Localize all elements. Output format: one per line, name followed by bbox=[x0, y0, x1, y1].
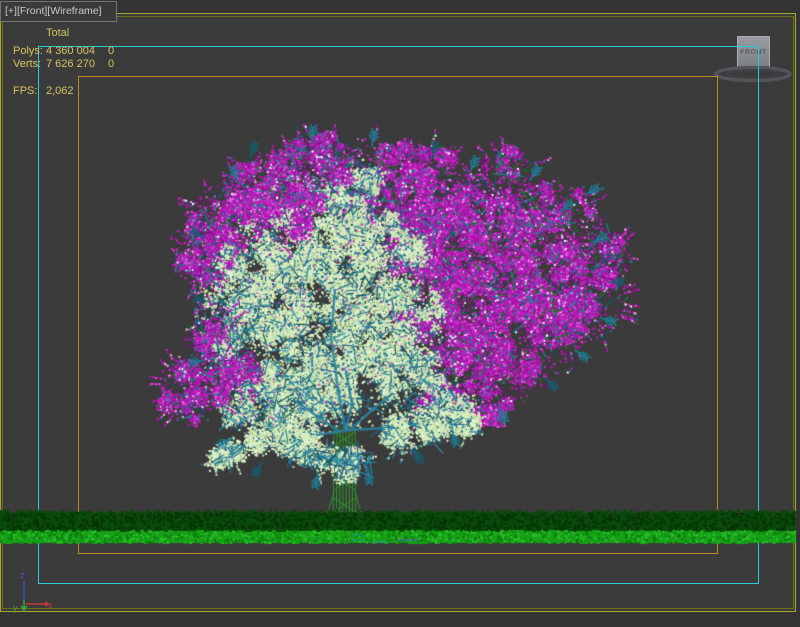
viewport-label[interactable]: [+][Front][Wireframe] bbox=[0, 1, 117, 22]
scene-canvas[interactable] bbox=[0, 0, 800, 627]
stats-polys-selected: 0 bbox=[108, 45, 114, 57]
viewport-front[interactable]: FRONT z y x [+][Front][Wireframe] Total … bbox=[0, 0, 800, 627]
stats-fps-row: FPS:2,062 bbox=[13, 85, 108, 97]
stats-verts-row: Verts:7 626 2700 bbox=[13, 58, 114, 70]
stats-verts-selected: 0 bbox=[108, 58, 114, 70]
stats-total-header: Total bbox=[46, 27, 69, 39]
stats-polys-row: Polys:4 360 0040 bbox=[13, 45, 114, 57]
stats-verts-label: Verts: bbox=[13, 58, 46, 70]
stats-polys-label: Polys: bbox=[13, 45, 46, 57]
stats-verts-value: 7 626 270 bbox=[46, 58, 108, 70]
stats-polys-value: 4 360 004 bbox=[46, 45, 108, 57]
stats-fps-label: FPS: bbox=[13, 85, 46, 97]
stats-fps-value: 2,062 bbox=[46, 85, 108, 97]
